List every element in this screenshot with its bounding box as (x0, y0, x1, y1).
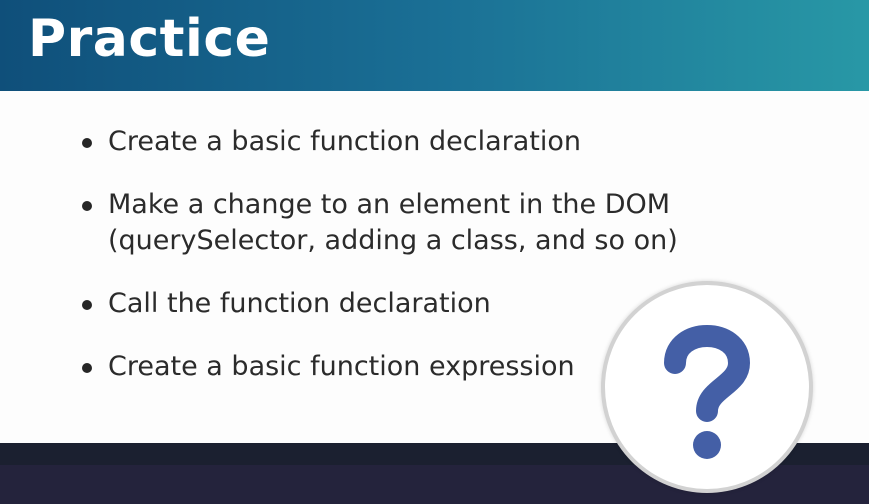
bullet-text-continuation: (querySelector, adding a class, and so o… (108, 225, 678, 256)
slide-header: Practice (0, 0, 869, 91)
bullet-item: Call the function declaration (80, 286, 678, 322)
question-mark-icon (664, 325, 750, 459)
bullet-item: Create a basic function declaration (80, 124, 678, 160)
bullet-list: Create a basic function declaration Make… (80, 124, 678, 412)
bullet-text: Create a basic function expression (108, 351, 575, 382)
bullet-text: Make a change to an element in the DOM (108, 189, 671, 220)
question-badge (601, 281, 813, 493)
bullet-text: Create a basic function declaration (108, 126, 581, 157)
bullet-item: Create a basic function expression (80, 349, 678, 385)
bullet-text: Call the function declaration (108, 288, 491, 319)
bullet-item: Make a change to an element in the DOM (… (80, 187, 678, 259)
slide-title: Practice (28, 9, 271, 69)
